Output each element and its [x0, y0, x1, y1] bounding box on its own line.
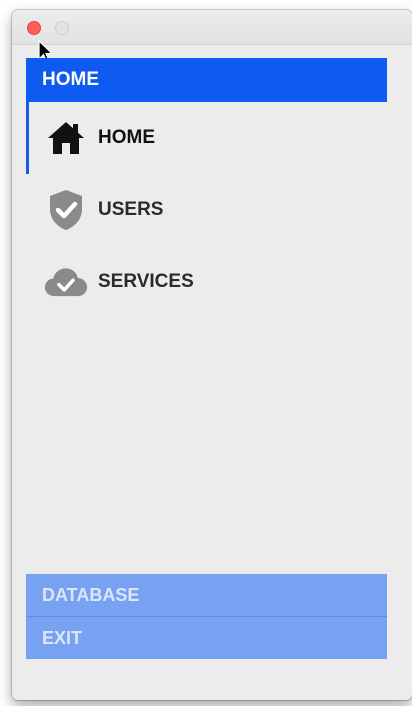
bottom-menu: DATABASE EXIT [26, 574, 387, 659]
minimize-window-button[interactable] [55, 21, 69, 35]
page-title: HOME [26, 58, 387, 102]
sidebar-menu: HOME USERS SERVICES [26, 102, 387, 318]
cloud-check-icon [44, 260, 88, 304]
close-window-button[interactable] [27, 21, 41, 35]
menu-item-users[interactable]: USERS [26, 174, 387, 246]
home-icon [44, 116, 88, 160]
menu-item-services[interactable]: SERVICES [26, 246, 387, 318]
menu-item-exit[interactable]: EXIT [26, 616, 387, 659]
shield-check-icon [44, 188, 88, 232]
menu-item-home[interactable]: HOME [26, 102, 387, 174]
menu-item-database[interactable]: DATABASE [26, 574, 387, 616]
menu-item-label: SERVICES [98, 271, 194, 292]
menu-item-label: USERS [98, 199, 164, 220]
title-bar[interactable] [12, 10, 412, 45]
app-window: HOME HOME USERS SERVICES DATABASE EXIT [12, 10, 412, 700]
menu-item-label: HOME [98, 127, 155, 148]
